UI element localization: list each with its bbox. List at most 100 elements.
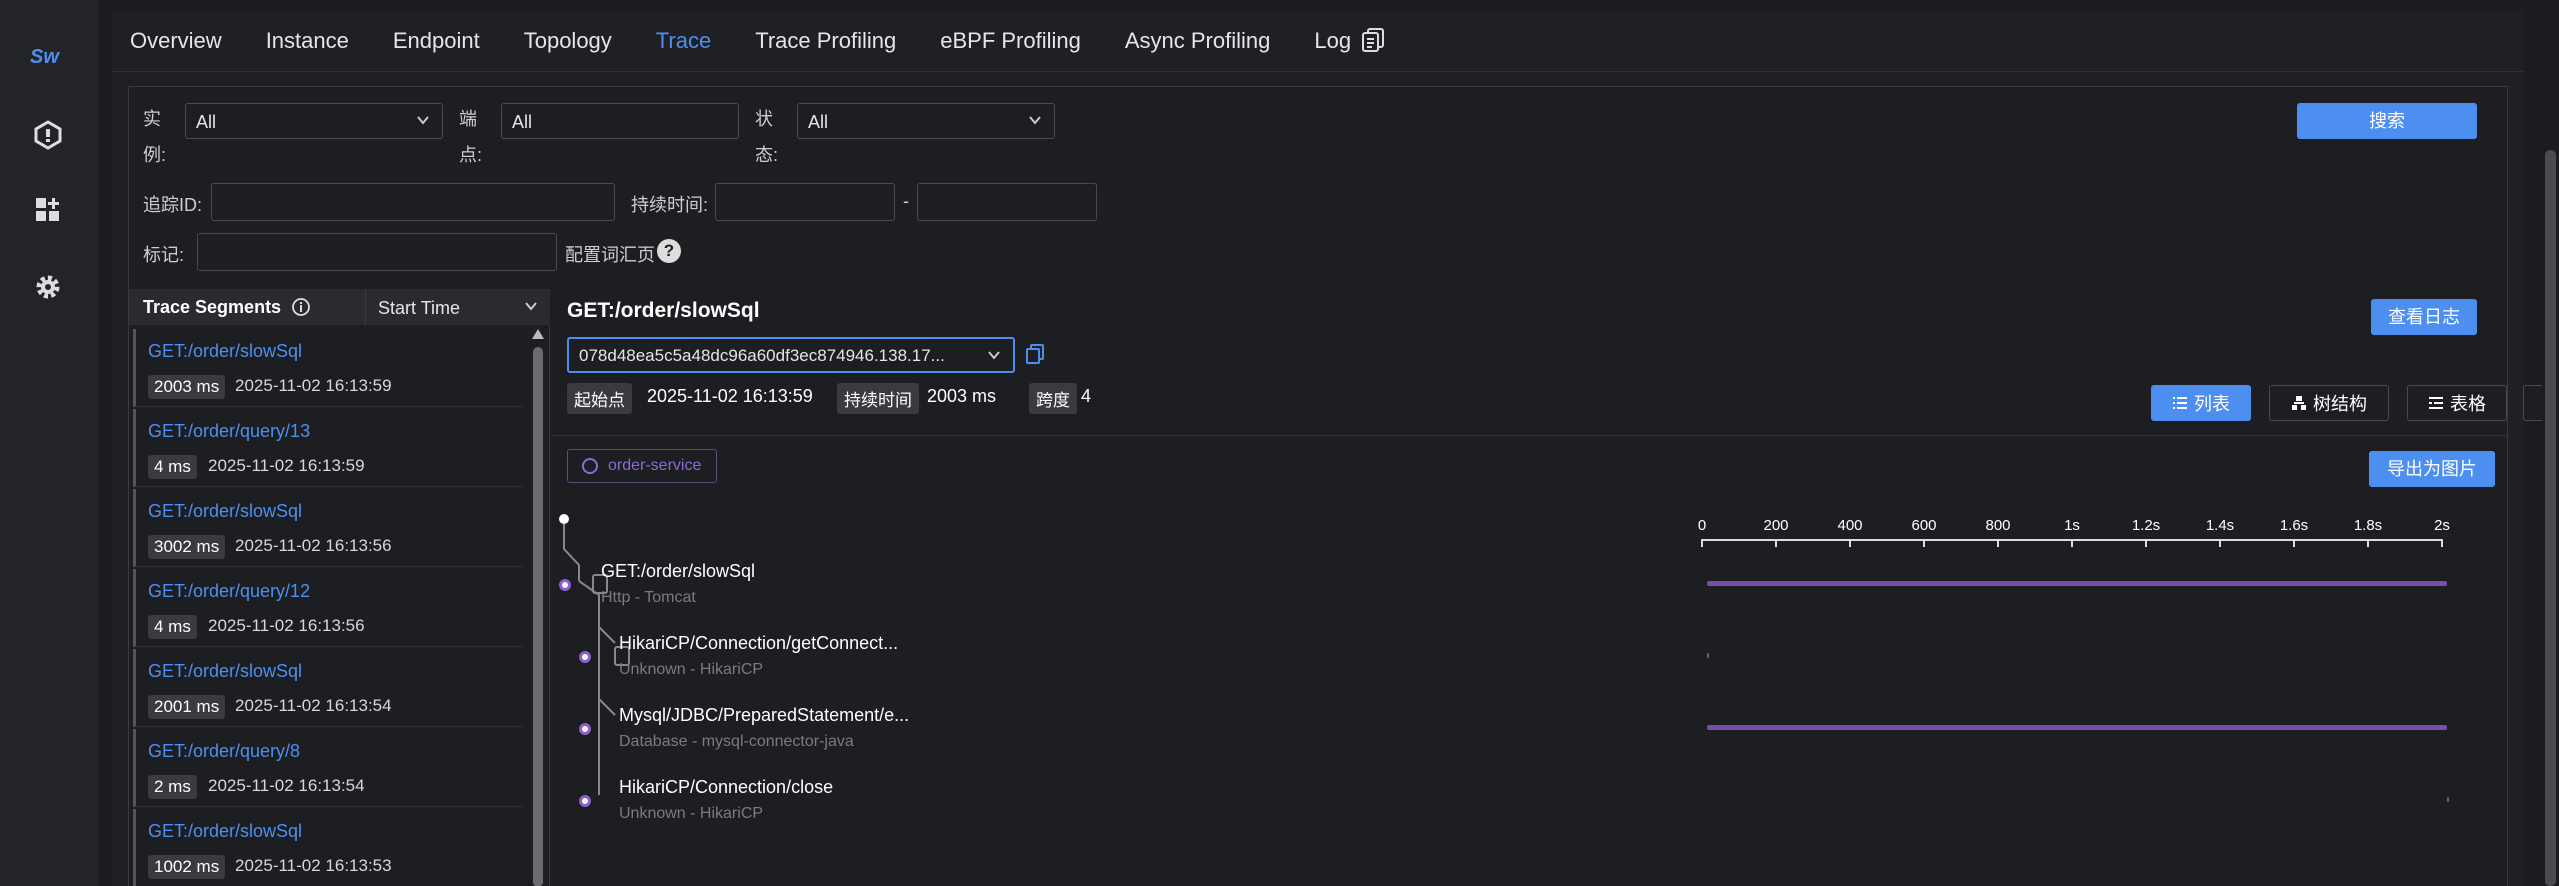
segments-header: Trace Segments Start Time: [129, 289, 550, 325]
segment-item[interactable]: GET:/order/slowSql 1002 ms 2025-11-02 16:1…: [133, 809, 523, 886]
copy-icon[interactable]: [1361, 27, 1385, 53]
span-duration-bar[interactable]: [1707, 653, 1709, 658]
instance-label-2: 例:: [143, 145, 167, 165]
endpoint-label: 端: [459, 109, 477, 129]
instance-select[interactable]: All: [185, 103, 443, 139]
spans-tag: 跨度: [1029, 383, 1077, 414]
scroll-thumb[interactable]: [533, 347, 543, 886]
segment-name: GET:/order/slowSql: [148, 501, 303, 521]
tab-trace[interactable]: Trace: [656, 28, 711, 54]
segment-duration: 2001 ms: [148, 695, 226, 719]
chevron-down-icon: [988, 351, 1000, 360]
tab-endpoint[interactable]: Endpoint: [393, 28, 480, 54]
axis-tick: [1997, 539, 1999, 547]
tab-ebpf-profiling[interactable]: eBPF Profiling: [940, 28, 1081, 54]
tab-overview[interactable]: Overview: [130, 28, 222, 54]
trace-id-input[interactable]: [211, 183, 615, 221]
axis-tick-label: 800: [1985, 517, 2011, 534]
axis-tick: [1775, 539, 1777, 547]
help-icon[interactable]: ?: [657, 239, 681, 263]
span-duration-bar[interactable]: [1707, 725, 2447, 730]
view-logs-button[interactable]: 查看日志: [2371, 299, 2477, 335]
span-node[interactable]: [559, 579, 571, 591]
chevron-down-icon: [417, 116, 429, 125]
tab-log[interactable]: Log: [1314, 28, 1351, 54]
segment-item[interactable]: GET:/order/slowSql 3002 ms 2025-11-02 16:1…: [133, 489, 523, 567]
duration-min-input[interactable]: [715, 183, 895, 221]
tags-vocab-link[interactable]: 配置词汇页: [565, 241, 655, 267]
span-name[interactable]: HikariCP/Connection/close: [619, 777, 833, 798]
segment-item[interactable]: GET:/order/query/12 4 ms 2025-11-02 16:13:…: [133, 569, 523, 647]
trace-id-label: 追踪ID:: [143, 195, 203, 215]
span-tree-lines: [559, 514, 630, 795]
list-view-button[interactable]: 列表: [2151, 385, 2251, 421]
span-name[interactable]: HikariCP/Connection/getConnect...: [619, 633, 898, 654]
segment-time: 2025-11-02 16:13:54: [208, 776, 365, 795]
status-label-2: 态:: [755, 145, 779, 165]
segment-name: GET:/order/slowSql: [148, 661, 303, 681]
segment-time: 2025-11-02 16:13:59: [208, 456, 365, 475]
search-button[interactable]: 搜索: [2297, 103, 2477, 139]
trace-id-select[interactable]: 078d48ea5c5a48dc96a60df3ec874946.138.17.…: [567, 337, 1015, 373]
tab-trace-profiling[interactable]: Trace Profiling: [755, 28, 896, 54]
segment-item[interactable]: GET:/order/query/8 2 ms 2025-11-02 16:13:5…: [133, 729, 523, 807]
export-image-button[interactable]: 导出为图片: [2369, 451, 2495, 487]
span-node[interactable]: [579, 651, 591, 663]
axis-tick-label: 1s: [2064, 517, 2080, 534]
tab-instance[interactable]: Instance: [266, 28, 349, 54]
span-node[interactable]: [579, 723, 591, 735]
span-duration-bar[interactable]: [2447, 797, 2449, 802]
span-name[interactable]: GET:/order/slowSql: [601, 561, 755, 582]
app-logo[interactable]: Sw: [30, 46, 59, 69]
axis-tick: [1923, 539, 1925, 547]
segment-duration: 2003 ms: [148, 375, 226, 399]
span-component: Http - Tomcat: [601, 589, 696, 606]
segment-duration: 1002 ms: [148, 855, 226, 879]
tab-list: Overview Instance Endpoint Topology Trace Tra…: [130, 28, 1395, 54]
span-duration-bar[interactable]: [1707, 581, 2447, 586]
segments-title: Trace Segments: [143, 297, 282, 317]
tree-view-label: 树结构: [2313, 394, 2367, 414]
table-view-button[interactable]: 表格: [2407, 385, 2507, 421]
hexagon-icon[interactable]: [33, 120, 63, 150]
trace-title: GET:/order/slowSql: [567, 299, 760, 322]
gear-icon[interactable]: [33, 272, 63, 302]
axis-tick: [2441, 539, 2443, 547]
segment-item[interactable]: GET:/order/slowSql 2001 ms 2025-11-02 16:1…: [133, 649, 523, 727]
dashboard-add-icon[interactable]: [33, 195, 63, 225]
info-icon[interactable]: [291, 297, 311, 317]
axis-tick-label: 200: [1763, 517, 1789, 534]
service-chip[interactable]: order-service: [567, 449, 717, 483]
tags-input[interactable]: [197, 233, 557, 271]
segment-time: 2025-11-02 16:13:59: [235, 376, 392, 395]
tags-label: 标记:: [143, 245, 185, 265]
scroll-up-icon[interactable]: [532, 329, 544, 339]
span-name[interactable]: Mysql/JDBC/PreparedStatement/e...: [619, 705, 909, 726]
duration-max-input[interactable]: [917, 183, 1097, 221]
status-select[interactable]: All: [797, 103, 1055, 139]
span-node[interactable]: [579, 795, 591, 807]
segment-item[interactable]: GET:/order/query/13 4 ms 2025-11-02 16:13:…: [133, 409, 523, 487]
tab-async-profiling[interactable]: Async Profiling: [1125, 28, 1271, 54]
copy-trace-id-icon[interactable]: [1025, 343, 1045, 365]
segments-scrollbar[interactable]: [531, 329, 545, 886]
segment-item[interactable]: GET:/order/slowSql 2003 ms 2025-11-02 16:1…: [133, 329, 523, 407]
segment-name: GET:/order/query/13: [148, 421, 311, 441]
axis-tick: [1849, 539, 1851, 547]
segment-duration: 3002 ms: [148, 535, 226, 559]
tab-topology[interactable]: Topology: [524, 28, 612, 54]
axis-tick: [2293, 539, 2295, 547]
page-scrollbar[interactable]: [2542, 0, 2559, 886]
detail-divider: [551, 435, 2509, 436]
segment-time: 2025-11-02 16:13:56: [208, 616, 365, 635]
axis-tick: [2071, 539, 2073, 547]
page-scroll-thumb[interactable]: [2545, 150, 2556, 886]
instance-select-value: All: [196, 112, 217, 132]
sort-select[interactable]: Start Time: [365, 289, 550, 325]
tree-view-button[interactable]: 树结构: [2269, 385, 2389, 421]
time-axis: 0 200 400 600 800 1s 1.2s 1.4s 1.6s 1.8s 2s: [1698, 517, 2450, 549]
endpoint-select[interactable]: All: [501, 103, 739, 139]
trace-segments-panel: Trace Segments Start Time GET:/order/slo…: [129, 289, 550, 886]
segment-time: 2025-11-02 16:13:56: [235, 536, 392, 555]
span-component: Database - mysql-connector-java: [619, 733, 854, 750]
